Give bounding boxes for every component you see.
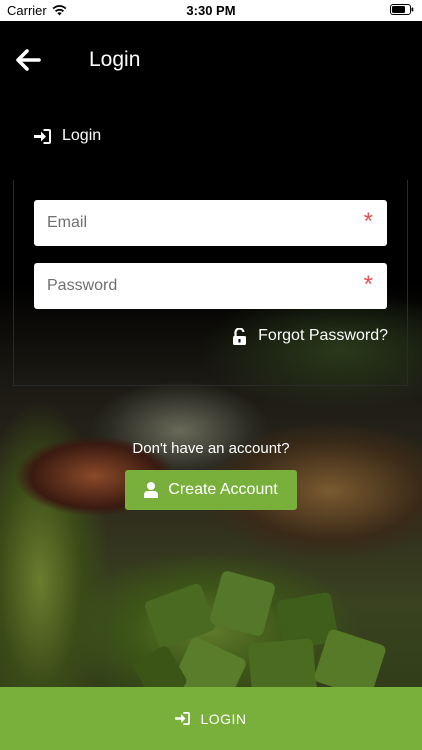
login-button[interactable]: LOGIN — [0, 687, 422, 750]
status-bar: Carrier 3:30 PM — [0, 0, 422, 21]
required-asterisk: * — [363, 208, 373, 235]
login-button-label: LOGIN — [200, 710, 247, 727]
password-field[interactable] — [34, 263, 387, 309]
section-heading: Login — [34, 127, 101, 145]
arrow-left-icon[interactable] — [14, 47, 44, 73]
sign-in-icon — [175, 712, 191, 725]
required-asterisk: * — [363, 271, 373, 298]
email-field-container: * — [34, 200, 387, 246]
unlock-icon — [233, 327, 247, 345]
user-icon — [144, 482, 159, 498]
create-account-button[interactable]: Create Account — [125, 470, 297, 510]
sign-in-icon — [34, 128, 51, 144]
create-account-label: Create Account — [168, 481, 278, 498]
email-field[interactable] — [34, 200, 387, 246]
battery-icon — [390, 4, 414, 15]
section-heading-label: Login — [62, 127, 102, 144]
app-header: Login — [0, 21, 422, 97]
clock: 3:30 PM — [186, 3, 236, 18]
forgot-password-label: Forgot Password? — [258, 327, 388, 344]
forgot-password-link[interactable]: Forgot Password? — [232, 327, 388, 345]
page-title: Login — [89, 48, 141, 71]
password-field-container: * — [34, 263, 387, 309]
signup-prompt: Don't have an account? — [132, 440, 290, 457]
